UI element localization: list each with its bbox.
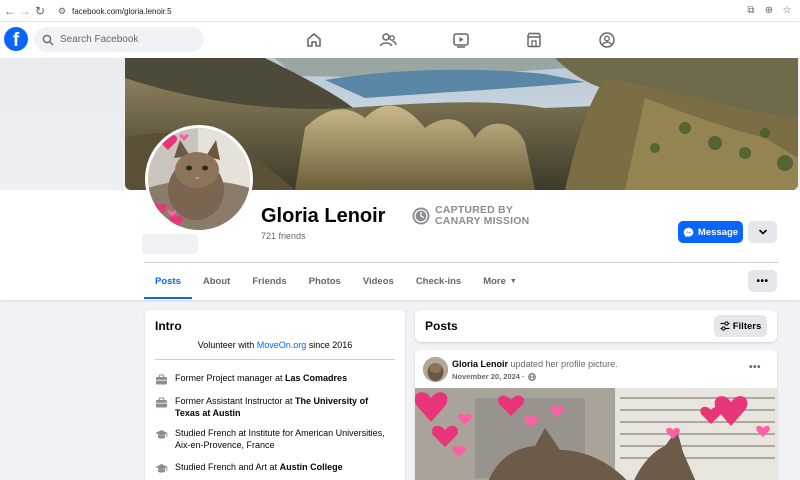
intro-title: Intro (155, 319, 182, 333)
tab-more[interactable]: More ▼ (472, 263, 528, 299)
ellipsis-icon: ••• (756, 275, 769, 287)
profile-name: Gloria Lenoir (261, 205, 386, 227)
bio-link[interactable]: MoveOn.org (257, 340, 307, 350)
more-options-button[interactable]: ••• (748, 270, 777, 292)
post-header-text: Gloria Lenoir updated her profile pictur… (452, 359, 618, 369)
post-author-avatar[interactable] (423, 357, 448, 382)
intro-item-education-2: Studied French and Art at Austin College (155, 462, 395, 475)
tab-videos[interactable]: Videos (352, 263, 405, 299)
facebook-header: f (0, 22, 800, 58)
friends-count[interactable]: 721 friends (261, 231, 306, 241)
intro-item-text: Studied French at Institute for American… (175, 428, 385, 450)
bio-suffix: since 2016 (306, 340, 353, 350)
friends-icon[interactable] (379, 31, 397, 49)
canary-mission-badge: CAPTURED BY CANARY MISSION (412, 205, 529, 227)
posts-header-card: Posts Filters (415, 310, 777, 342)
filters-button[interactable]: Filters (714, 315, 767, 337)
profile-tabs: Posts About Friends Photos Videos Check-… (144, 263, 528, 299)
post-action: updated her profile picture. (508, 359, 618, 369)
back-arrow-icon[interactable]: ← (2, 3, 18, 19)
redacted-box (142, 234, 198, 254)
site-info-icon[interactable]: ⚙ (56, 5, 68, 17)
marketplace-icon[interactable] (525, 31, 543, 49)
facebook-logo[interactable]: f (4, 27, 28, 51)
intro-item-text: Former Project manager at (175, 373, 286, 383)
install-app-icon[interactable]: ⧉ (744, 3, 758, 19)
intro-item-link[interactable]: Austin College (280, 462, 343, 472)
caret-down-icon: ▼ (509, 277, 517, 285)
search-icon (42, 34, 54, 45)
clock-icon (412, 207, 430, 225)
profile-picture[interactable] (145, 125, 253, 233)
search-box[interactable] (34, 27, 204, 52)
search-input[interactable] (60, 34, 190, 45)
home-icon[interactable] (305, 31, 323, 49)
tab-check-ins[interactable]: Check-ins (405, 263, 472, 299)
post-author-name[interactable]: Gloria Lenoir (452, 359, 508, 369)
reload-icon[interactable]: ↻ (32, 3, 48, 19)
graduation-cap-icon (155, 430, 168, 439)
intro-item-education-1: Studied French at Institute for American… (155, 428, 395, 451)
bio-prefix: Volunteer with (197, 340, 257, 350)
tab-posts[interactable]: Posts (144, 263, 192, 299)
tab-more-label: More (483, 275, 506, 287)
intro-item-link[interactable]: Las Comadres (285, 373, 347, 383)
zoom-icon[interactable]: ⊕ (762, 3, 776, 19)
tab-photos[interactable]: Photos (298, 263, 352, 299)
posts-title: Posts (425, 319, 458, 333)
filters-label: Filters (732, 320, 762, 332)
browser-toolbar: ← → ↻ ⚙ facebook.com/gloria.lenoir.5 ⧉ ⊕… (0, 0, 800, 22)
intro-item-text: Former Assistant Instructor at (175, 396, 296, 406)
groups-icon[interactable] (598, 31, 616, 49)
briefcase-icon (156, 374, 167, 385)
chevron-down-icon (758, 229, 767, 235)
post-image[interactable] (415, 388, 777, 480)
tab-about[interactable]: About (192, 263, 241, 299)
post-card: Gloria Lenoir updated her profile pictur… (415, 350, 777, 480)
forward-arrow-icon[interactable]: → (17, 3, 33, 19)
message-button[interactable]: Message (678, 221, 743, 243)
intro-item-work-1: Former Project manager at Las Comadres (155, 373, 395, 386)
tab-friends[interactable]: Friends (241, 263, 297, 299)
profile-options-button[interactable] (748, 221, 777, 243)
graduation-cap-icon (155, 464, 168, 473)
badge-line-2: CANARY MISSION (435, 215, 530, 227)
globe-icon (527, 372, 536, 381)
post-options-icon[interactable]: ••• (749, 362, 761, 373)
post-meta: November 20, 2024 · (452, 372, 536, 381)
post-date[interactable]: November 20, 2024 · (452, 372, 525, 381)
intro-item-work-2: Former Assistant Instructor at The Unive… (155, 396, 395, 419)
message-button-label: Message (697, 226, 739, 238)
filter-sliders-icon (720, 321, 730, 331)
address-bar[interactable]: ⚙ facebook.com/gloria.lenoir.5 (52, 2, 742, 20)
intro-divider (155, 359, 395, 360)
intro-card: Intro Volunteer with MoveOn.org since 20… (145, 310, 405, 480)
video-icon[interactable] (452, 31, 470, 49)
messenger-icon (683, 227, 694, 237)
bookmark-star-icon[interactable]: ☆ (780, 3, 794, 19)
url-text: facebook.com/gloria.lenoir.5 (72, 6, 172, 16)
intro-item-text: Studied French and Art at (175, 462, 280, 472)
intro-bio: Volunteer with MoveOn.org since 2016 (145, 340, 405, 350)
briefcase-icon (156, 397, 167, 408)
